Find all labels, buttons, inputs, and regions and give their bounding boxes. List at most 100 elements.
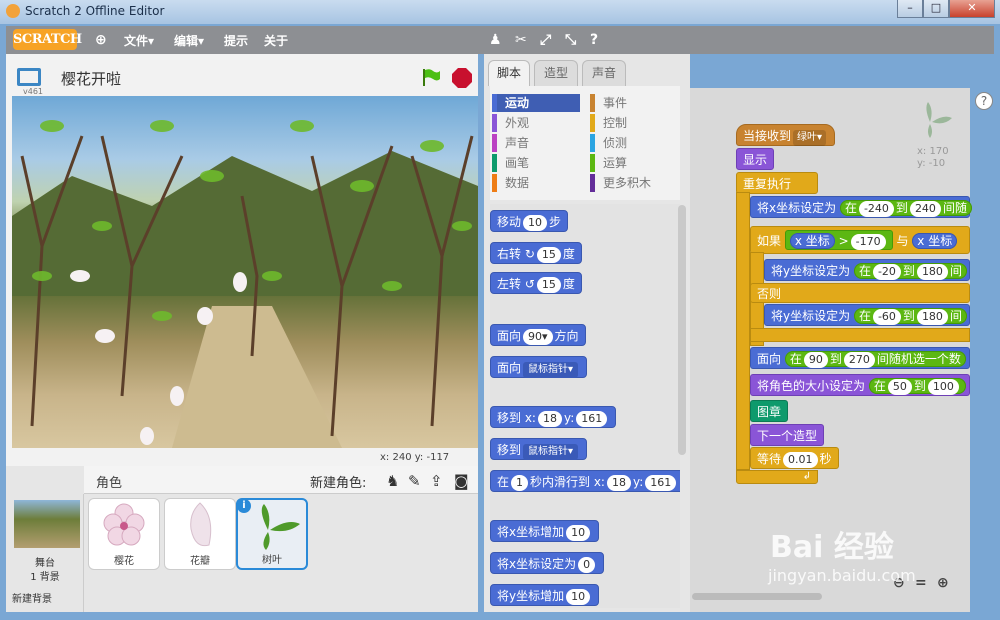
set-size-block[interactable]: 将角色的大小设定为 在 50 到 100 — [750, 374, 970, 396]
turn-left-icon: ↺ — [524, 277, 535, 291]
block-goto[interactable]: 移到 鼠标指针▾ — [490, 438, 588, 460]
stage-thumbnail-column[interactable]: 舞台 1 背景 新建背景 — [6, 494, 84, 612]
block-goto-xy[interactable]: 移到 x: 18 y: 161 — [490, 406, 617, 428]
menu-edit[interactable]: 编辑▾ — [174, 32, 204, 49]
category-looks[interactable]: 外观 — [492, 114, 580, 132]
block-turn-left[interactable]: 左转 ↺ 15 度 — [490, 272, 582, 294]
if-else-block[interactable]: 如果 x 坐标 > -170 与 x 坐标 — [750, 226, 970, 254]
sprite-tile[interactable]: 樱花 — [88, 498, 160, 570]
new-sprite-label: 新建角色: — [310, 476, 367, 491]
next-costume-block[interactable]: 下一个造型 — [750, 424, 825, 446]
stage-canvas[interactable] — [12, 96, 478, 448]
set-x-block[interactable]: 将x坐标设定为 在 -240 到 240 间随 — [750, 196, 972, 218]
set-y-block-1[interactable]: 将y坐标设定为 在 -20 到 180 间 — [764, 259, 970, 281]
cut-tool-icon[interactable]: ✂ — [515, 32, 527, 48]
category-sensing[interactable]: 侦测 — [590, 134, 676, 152]
stamp-tool-icon[interactable]: ♟ — [489, 32, 502, 48]
info-icon[interactable]: i — [237, 499, 251, 513]
if-bottom-arm — [750, 328, 970, 342]
block-palette: 移动 10 步 右转 ↻ 15 度 左转 ↺ 15 度 面向 90▾ 方向 面向 鼠标指针▾ 移到… — [490, 204, 680, 608]
sprite-pane: 舞台 1 背景 新建背景 角色 新建角色: ♞ ✎ ⇪ ◙ 樱花 花瓣 i 树叶 — [6, 466, 478, 612]
sprite-position: x: 170 y: -10 — [917, 146, 949, 169]
tab-scripts[interactable]: 脚本 — [488, 60, 530, 86]
block-point-direction[interactable]: 面向 90▾ 方向 — [490, 324, 586, 346]
close-button[interactable]: ✕ — [949, 0, 995, 18]
forever-block[interactable]: 重复执行 — [736, 172, 818, 194]
category-data[interactable]: 数据 — [492, 174, 580, 192]
block-glide[interactable]: 在 1 秒内滑行到 x: 18 y: 161 — [490, 470, 680, 492]
app-icon — [6, 4, 20, 18]
new-backdrop-label: 新建背景 — [12, 594, 52, 605]
set-y-block-2[interactable]: 将y坐标设定为 在 -60 到 180 间 — [764, 304, 970, 326]
presentation-mode-icon[interactable] — [17, 68, 41, 86]
backdrop-count: 1 背景 — [30, 572, 60, 583]
category-operators[interactable]: 运算 — [590, 154, 676, 172]
turn-right-icon: ↻ — [524, 247, 535, 261]
stamp-block[interactable]: 图章 — [750, 400, 789, 422]
block-change-y[interactable]: 将y坐标增加 10 — [490, 584, 600, 606]
cherry-blossom-icon — [103, 503, 145, 546]
category-events[interactable]: 事件 — [590, 94, 676, 112]
maximize-button[interactable]: □ — [923, 0, 949, 18]
zoom-in-icon[interactable]: ⊕ — [937, 575, 949, 591]
block-move[interactable]: 移动 10 步 — [490, 210, 569, 232]
show-block[interactable]: 显示 — [736, 148, 775, 170]
green-flag-icon[interactable] — [421, 68, 441, 86]
sprite-header: 角色 新建角色: ♞ ✎ ⇪ ◙ — [84, 466, 478, 494]
stop-icon[interactable] — [452, 68, 472, 88]
sprite-tile-selected[interactable]: i 树叶 — [236, 498, 308, 570]
watermark-url: jingyan.baidu.com — [768, 566, 916, 585]
petal-icon — [190, 502, 212, 547]
current-sprite-icon — [926, 102, 952, 138]
point-direction-block[interactable]: 面向 在 90 到 270 间随机选一个数 — [750, 347, 970, 369]
block-turn-right[interactable]: 右转 ↻ 15 度 — [490, 242, 582, 264]
wait-block[interactable]: 等待 0.01 秒 — [750, 447, 839, 469]
globe-icon[interactable]: ⊕ — [95, 32, 107, 48]
menu-about[interactable]: 关于 — [264, 32, 288, 49]
help-icon[interactable]: ? — [975, 92, 993, 110]
category-motion[interactable]: 运动 — [492, 94, 580, 112]
palette-scrollbar[interactable] — [678, 205, 686, 455]
app-window: Scratch 2 Offline Editor – □ ✕ SCRATCH ⊕… — [0, 0, 1000, 620]
sprite-name: 花瓣 — [190, 556, 210, 567]
camera-icon[interactable]: ◙ — [454, 472, 469, 490]
sprite-name: 樱花 — [114, 556, 134, 567]
menu-file[interactable]: 文件▾ — [124, 32, 154, 49]
sprite-library-icon[interactable]: ♞ — [386, 472, 399, 490]
category-pen[interactable]: 画笔 — [492, 154, 580, 172]
stage-thumbnail[interactable] — [14, 500, 80, 548]
scratch-logo[interactable]: SCRATCH — [13, 29, 82, 50]
help-tool-icon[interactable]: ? — [590, 32, 598, 48]
window-title: Scratch 2 Offline Editor — [25, 4, 165, 18]
block-pane: 脚本 造型 声音 运动 事件 外观 控制 声音 侦测 画笔 运算 数据 更多积木… — [484, 54, 690, 612]
else-label: 否则 — [750, 283, 970, 303]
when-receive-hat-block[interactable]: 当接收到 绿叶▾ — [736, 124, 836, 146]
mouse-coordinates: x: 240 y: -117 — [380, 452, 450, 463]
zoom-reset-icon[interactable]: = — [915, 575, 927, 591]
tab-costumes[interactable]: 造型 — [534, 60, 578, 86]
sprites-title: 角色 — [96, 476, 123, 491]
upload-icon[interactable]: ⇪ — [430, 472, 443, 490]
baidu-watermark: Bai 经验 — [770, 530, 894, 565]
stage-label: 舞台 — [35, 558, 55, 569]
version-label: v461 — [23, 87, 44, 96]
grow-tool-icon[interactable]: ⤢ — [540, 32, 551, 48]
category-control[interactable]: 控制 — [590, 114, 676, 132]
block-point-towards[interactable]: 面向 鼠标指针▾ — [490, 356, 588, 378]
script-hscrollbar[interactable] — [692, 593, 822, 600]
block-set-x[interactable]: 将x坐标设定为 0 — [490, 552, 605, 574]
category-sound[interactable]: 声音 — [492, 134, 580, 152]
project-title[interactable]: 樱花开啦 — [61, 68, 121, 89]
paint-brush-icon[interactable]: ✎ — [408, 472, 421, 490]
block-change-x[interactable]: 将x坐标增加 10 — [490, 520, 600, 542]
category-more-blocks[interactable]: 更多积木 — [590, 174, 676, 192]
forever-c-arm — [736, 192, 750, 470]
category-list: 运动 事件 外观 控制 声音 侦测 画笔 运算 数据 更多积木 — [490, 86, 680, 200]
shrink-tool-icon[interactable]: ⤡ — [565, 32, 576, 48]
menu-tips[interactable]: 提示 — [224, 32, 248, 49]
sprite-tile[interactable]: 花瓣 — [164, 498, 236, 570]
tab-sounds[interactable]: 声音 — [582, 60, 626, 86]
minimize-button[interactable]: – — [897, 0, 923, 18]
sprite-name: 树叶 — [262, 555, 282, 566]
menu-bar: SCRATCH ⊕ 文件▾ 编辑▾ 提示 关于 ♟ ✂ ⤢ ⤡ ? — [6, 26, 994, 54]
